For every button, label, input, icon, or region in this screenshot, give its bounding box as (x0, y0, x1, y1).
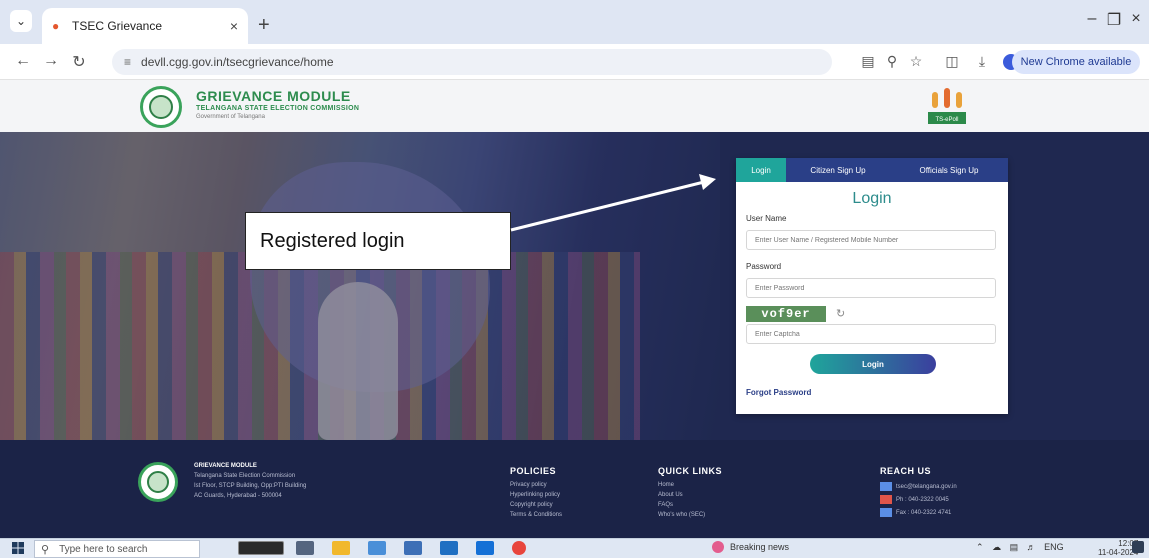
extensions-icon[interactable]: ◫ (942, 53, 962, 70)
tab-search-chevron-icon[interactable]: ⌄ (10, 10, 32, 32)
tsec-emblem-logo (140, 86, 182, 128)
auth-tabs: Login Citizen Sign Up Officials Sign Up (736, 158, 1008, 182)
app-icon[interactable] (404, 541, 422, 555)
file-explorer-icon[interactable] (332, 541, 350, 555)
browser-tab[interactable]: ● TSEC Grievance × (42, 8, 248, 44)
system-tray[interactable]: ⌃ ☁ ▤ ♬ ENG (976, 542, 1064, 553)
footer-policies-title: POLICIES (510, 466, 557, 476)
browser-toolbar: ← → ↻ ≡ devll.cgg.gov.in/tsecgrievance/h… (0, 44, 1149, 80)
footer-quick-link[interactable]: About Us (658, 492, 722, 498)
footer-quick-link[interactable]: Who's who (SEC) (658, 512, 722, 518)
footer-policy-link[interactable]: Hyperlinking policy (510, 492, 562, 498)
close-tab-icon[interactable]: × (230, 18, 238, 34)
footer-reach-us: REACH US tsec@telangana.gov.in Ph : 040-… (880, 466, 957, 521)
ts-epoll-text: TS-ePoll (935, 117, 958, 123)
brand-subtitle: TELANGANA STATE ELECTION COMMISSION (196, 105, 360, 112)
footer-address-line: Telangana State Election Commission (194, 473, 296, 479)
search-icon: ⚲ (41, 543, 50, 556)
footer-quick-link[interactable]: FAQs (658, 502, 722, 508)
footer-address-line: AC Guards, Hyderabad - 500004 (194, 493, 282, 499)
site-info-icon[interactable]: ≡ (124, 55, 131, 69)
taskbar-search-placeholder: Type here to search (59, 543, 148, 555)
tab-title: TSEC Grievance (72, 19, 163, 33)
forward-icon[interactable]: → (40, 52, 62, 70)
footer-address-line: Ist Floor, STCP Building, Opp:PTI Buildi… (194, 483, 307, 489)
chrome-update-button[interactable]: New Chrome available (1012, 50, 1140, 74)
footer-email[interactable]: tsec@telangana.gov.in (896, 484, 957, 490)
notifications-icon[interactable] (1132, 541, 1144, 553)
annotation-callout: Registered login (245, 212, 511, 270)
login-heading: Login (852, 190, 892, 207)
address-bar[interactable]: ≡ devll.cgg.gov.in/tsecgrievance/home (112, 49, 832, 75)
password-label: Password (746, 262, 782, 271)
captcha-input[interactable] (746, 324, 996, 344)
password-input[interactable] (746, 278, 996, 298)
fax-icon (880, 508, 892, 517)
windows-start-icon[interactable] (12, 542, 24, 554)
footer-quick-links: QUICK LINKS Home About Us FAQs Who's who… (658, 466, 722, 522)
favicon-icon: ● (52, 19, 60, 33)
footer-about-title: GRIEVANCE MODULE (194, 463, 257, 469)
volume-icon[interactable]: ♬ (1027, 542, 1036, 552)
network-icon[interactable]: ▤ (1010, 542, 1019, 552)
footer-policy-link[interactable]: Terms & Conditions (510, 512, 562, 518)
mail-icon[interactable] (440, 541, 458, 555)
brand-org: Government of Telangana (196, 114, 265, 120)
browser-tab-strip: ⌄ ● TSEC Grievance × + – ❐ × (0, 0, 1149, 44)
bookmark-star-icon[interactable]: ☆ (906, 53, 926, 70)
username-label: User Name (746, 214, 787, 223)
taskbar-app-thumbnail[interactable] (238, 541, 284, 555)
tab-citizen-sign-up[interactable]: Citizen Sign Up (786, 158, 890, 182)
footer-about: GRIEVANCE MODULE Telangana State Electio… (194, 463, 306, 503)
login-button[interactable]: Login (810, 354, 936, 374)
footer-phone: Ph : 040-2322 0045 (896, 496, 949, 503)
news-widget[interactable]: Breaking news (712, 541, 789, 553)
back-icon[interactable]: ← (12, 52, 34, 70)
reload-icon[interactable]: ↻ (68, 52, 90, 72)
phone-icon (880, 495, 892, 504)
tray-chevron-icon[interactable]: ⌃ (976, 542, 984, 552)
footer-policies: POLICIES Privacy policy Hyperlinking pol… (510, 466, 562, 522)
url-text: devll.cgg.gov.in/tsecgrievance/home (141, 55, 334, 69)
new-tab-button[interactable]: + (258, 14, 270, 37)
news-icon (712, 541, 724, 553)
task-view-icon[interactable] (296, 541, 314, 555)
lang-indicator[interactable]: ENG (1044, 542, 1064, 552)
tab-officials-sign-up[interactable]: Officials Sign Up (890, 158, 1008, 182)
footer-quick-links-title: QUICK LINKS (658, 466, 722, 476)
username-input[interactable] (746, 230, 996, 250)
footer-quick-link[interactable]: Home (658, 482, 722, 488)
captcha-image: vof9er (746, 306, 826, 322)
chrome-icon[interactable] (512, 541, 526, 555)
download-icon[interactable]: ⤓ (972, 53, 992, 70)
news-label: Breaking news (730, 542, 790, 552)
ts-epoll-logo: TS-ePoll (928, 88, 966, 124)
footer-fax: Fax : 040-2322 4741 (896, 509, 952, 516)
footer-policy-link[interactable]: Privacy policy (510, 482, 562, 488)
login-card: Login Citizen Sign Up Officials Sign Up … (736, 158, 1008, 414)
refresh-captcha-icon[interactable]: ↻ (836, 307, 845, 320)
tab-login[interactable]: Login (736, 158, 786, 182)
forgot-password-link[interactable]: Forgot Password (746, 388, 811, 397)
store-icon[interactable] (368, 541, 386, 555)
close-window-icon[interactable]: × (1122, 10, 1149, 28)
translate-icon[interactable]: ▤ (858, 53, 878, 70)
footer-reach-title: REACH US (880, 466, 932, 476)
taskbar-search[interactable]: ⚲ Type here to search (34, 540, 200, 558)
email-icon (880, 482, 892, 491)
zoom-icon[interactable]: ⚲ (882, 53, 902, 70)
footer-policy-link[interactable]: Copyright policy (510, 502, 562, 508)
outlook-icon[interactable] (476, 541, 494, 555)
cloud-icon[interactable]: ☁ (992, 542, 1001, 552)
brand-title: GRIEVANCE MODULE (196, 88, 351, 104)
footer-emblem-logo (138, 462, 178, 502)
